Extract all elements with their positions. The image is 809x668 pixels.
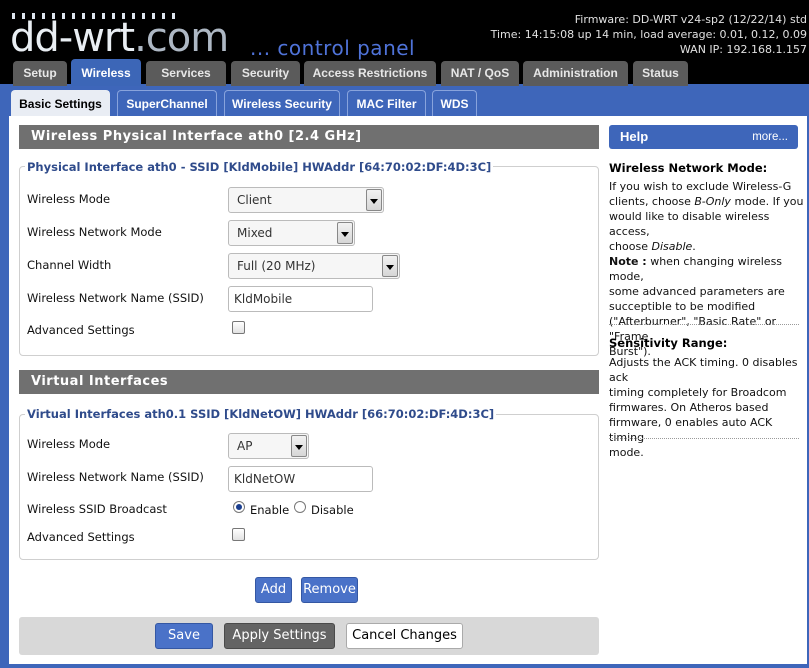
virtual-advanced-settings-checkbox[interactable] bbox=[232, 528, 245, 541]
section-title-virtual: Virtual Interfaces bbox=[19, 370, 599, 394]
virtual-wireless-mode-value: AP bbox=[237, 439, 253, 453]
help-text-span: . bbox=[692, 240, 696, 253]
help-line: firmware, 0 enables auto ACK timing bbox=[609, 416, 773, 444]
subtab-wireless-security[interactable]: Wireless Security bbox=[224, 90, 340, 116]
help-mode-title: Wireless Network Mode: bbox=[609, 161, 768, 175]
help-title: Help bbox=[620, 129, 649, 144]
tab-access-restrictions[interactable]: Access Restrictions bbox=[304, 61, 436, 86]
section-title-physical: Wireless Physical Interface ath0 [2.4 GH… bbox=[19, 125, 599, 149]
help-text-span: mode. If you bbox=[730, 195, 804, 208]
tab-services[interactable]: Services bbox=[146, 61, 226, 86]
help-mode-text: If you wish to exclude Wireless-G client… bbox=[609, 179, 805, 359]
help-text-span: clients, choose bbox=[609, 195, 695, 208]
help-note-label: Note : bbox=[609, 255, 647, 268]
help-text-em: B-Only bbox=[694, 195, 731, 208]
virtual-advanced-settings-label: Advanced Settings bbox=[27, 530, 135, 544]
chevron-down-icon bbox=[366, 189, 382, 211]
chevron-down-icon bbox=[382, 255, 398, 277]
network-mode-value: Mixed bbox=[237, 226, 273, 240]
help-line: clients, choose B-Only mode. If you bbox=[609, 194, 805, 209]
help-text-span: choose bbox=[609, 240, 652, 253]
content-area: Basic Settings SuperChannel Wireless Sec… bbox=[0, 84, 809, 668]
uptime-text: Time: 14:15:08 up 14 min, load average: … bbox=[490, 28, 807, 41]
help-line: some advanced parameters are bbox=[609, 285, 785, 298]
network-mode-select[interactable]: Mixed bbox=[228, 220, 355, 246]
wireless-mode-select[interactable]: Client bbox=[228, 187, 384, 213]
subtab-wds[interactable]: WDS bbox=[432, 90, 477, 116]
ssid-label: Wireless Network Name (SSID) bbox=[27, 291, 204, 305]
wan-ip-text: WAN IP: 192.168.1.157 bbox=[679, 43, 807, 56]
wireless-mode-label: Wireless Mode bbox=[27, 192, 111, 206]
chevron-down-icon bbox=[337, 222, 353, 244]
help-line: succeptible to be modified bbox=[609, 300, 756, 313]
network-mode-label: Wireless Network Mode bbox=[27, 225, 162, 239]
chevron-down-icon bbox=[291, 435, 307, 457]
help-line: choose Disable. bbox=[609, 239, 805, 254]
help-divider bbox=[609, 438, 799, 439]
subtab-mac-filter[interactable]: MAC Filter bbox=[347, 90, 426, 116]
wireless-mode-value: Client bbox=[237, 193, 272, 207]
add-button[interactable]: Add bbox=[255, 577, 292, 603]
help-line: Adjusts the ACK timing. 0 disables ack bbox=[609, 356, 798, 384]
help-header: Help more... bbox=[609, 125, 798, 149]
tab-setup[interactable]: Setup bbox=[13, 61, 67, 86]
ssid-broadcast-enable-label[interactable]: Enable bbox=[250, 503, 289, 517]
virtual-interface-legend: Virtual Interfaces ath0.1 SSID [KldNetOW… bbox=[25, 407, 497, 421]
logo-suffix: .com bbox=[134, 15, 229, 61]
subtab-basic-settings[interactable]: Basic Settings bbox=[11, 90, 110, 116]
virtual-wireless-mode-select[interactable]: AP bbox=[228, 433, 309, 459]
main-panel: Wireless Physical Interface ath0 [2.4 GH… bbox=[9, 116, 807, 664]
tab-administration[interactable]: Administration bbox=[523, 61, 628, 86]
ssid-input[interactable]: KldMobile bbox=[228, 286, 373, 312]
cancel-changes-button[interactable]: Cancel Changes bbox=[346, 623, 463, 649]
help-line: would like to disable wireless access, bbox=[609, 210, 770, 238]
virtual-ssid-label: Wireless Network Name (SSID) bbox=[27, 470, 204, 484]
virtual-wireless-mode-label: Wireless Mode bbox=[27, 437, 111, 451]
ssid-broadcast-disable-radio[interactable] bbox=[294, 501, 306, 513]
control-panel-subtitle: ... control panel bbox=[250, 36, 416, 60]
tab-security[interactable]: Security bbox=[231, 61, 300, 86]
help-divider bbox=[609, 324, 799, 325]
help-line: Note : when changing wireless mode, bbox=[609, 254, 805, 284]
help-sensitivity-text: Adjusts the ACK timing. 0 disables ack t… bbox=[609, 355, 805, 460]
ssid-broadcast-label: Wireless SSID Broadcast bbox=[27, 502, 167, 516]
tab-wireless[interactable]: Wireless bbox=[71, 59, 141, 86]
help-more-link[interactable]: more... bbox=[752, 125, 788, 149]
channel-width-value: Full (20 MHz) bbox=[237, 259, 316, 273]
subtab-superchannel[interactable]: SuperChannel bbox=[117, 90, 217, 116]
ssid-broadcast-disable-label[interactable]: Disable bbox=[311, 503, 354, 517]
advanced-settings-label: Advanced Settings bbox=[27, 323, 135, 337]
logo-main: dd-wrt bbox=[10, 15, 135, 61]
ddwrt-logo: dd-wrt.com bbox=[10, 15, 229, 61]
help-line: If you wish to exclude Wireless-G bbox=[609, 180, 792, 193]
ssid-broadcast-enable-radio[interactable] bbox=[233, 501, 245, 513]
advanced-settings-checkbox[interactable] bbox=[232, 321, 245, 334]
tab-nat-qos[interactable]: NAT / QoS bbox=[441, 61, 519, 86]
remove-button[interactable]: Remove bbox=[301, 577, 358, 603]
router-info: Firmware: DD-WRT v24-sp2 (12/22/14) std … bbox=[491, 12, 807, 57]
help-sensitivity-title: Sensitivity Range: bbox=[609, 336, 728, 350]
help-text-em: Disable bbox=[651, 240, 693, 253]
save-button[interactable]: Save bbox=[155, 623, 213, 649]
channel-width-label: Channel Width bbox=[27, 258, 112, 272]
help-line: firmwares. On Atheros based bbox=[609, 401, 769, 414]
apply-settings-button[interactable]: Apply Settings bbox=[224, 623, 335, 649]
help-line: timing completely for Broadcom bbox=[609, 386, 787, 399]
virtual-ssid-input[interactable]: KldNetOW bbox=[228, 466, 373, 492]
help-line: mode. bbox=[609, 446, 644, 459]
tab-status[interactable]: Status bbox=[633, 61, 688, 86]
channel-width-select[interactable]: Full (20 MHz) bbox=[228, 253, 400, 279]
physical-interface-legend: Physical Interface ath0 - SSID [KldMobil… bbox=[25, 160, 494, 174]
firmware-text: Firmware: DD-WRT v24-sp2 (12/22/14) std bbox=[574, 13, 807, 26]
